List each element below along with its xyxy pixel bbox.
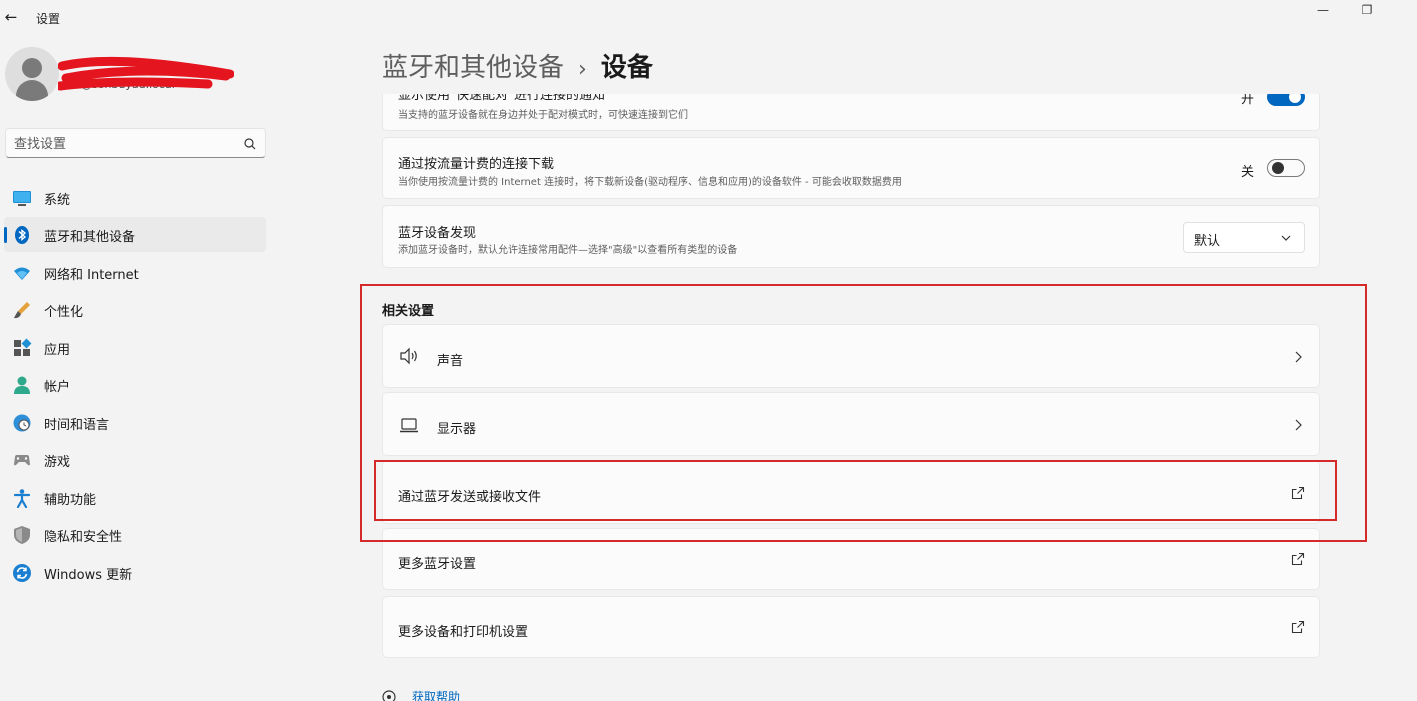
swift-pair-title: 显示使用"快速配对"进行连接的通知 <box>398 94 605 103</box>
shield-icon <box>14 526 30 544</box>
toggle-knob <box>1272 162 1284 174</box>
breadcrumb-separator: › <box>578 57 587 82</box>
sidebar-item-network[interactable]: 网络和 Internet <box>4 255 266 290</box>
related-item-label: 更多设备和打印机设置 <box>398 625 529 640</box>
app-title: 设置 <box>36 12 61 26</box>
metered-download-card: 通过按流量计费的连接下载 当你使用按流量计费的 Internet 连接时，将下载… <box>382 137 1320 199</box>
metered-toggle[interactable] <box>1267 159 1305 177</box>
swift-pair-desc: 当支持的蓝牙设备就在身边并处于配对模式时，可快速连接到它们 <box>398 110 688 121</box>
toggle-knob <box>1289 94 1301 103</box>
sidebar-item-label: 帐户 <box>44 380 71 395</box>
avatar-body-shape <box>16 80 48 101</box>
bluetooth-icon <box>15 226 29 244</box>
monitor-icon <box>13 191 31 206</box>
sidebar-item-label: 辅助功能 <box>44 493 97 508</box>
sidebar-item-label: 隐私和安全性 <box>44 530 123 545</box>
apps-icon <box>14 338 32 356</box>
sidebar-item-accounts[interactable]: 帐户 <box>4 367 266 402</box>
metered-title: 通过按流量计费的连接下载 <box>398 157 555 172</box>
gamepad-icon <box>14 455 30 466</box>
related-item-label: 更多蓝牙设置 <box>398 557 477 572</box>
sidebar-item-label: 个性化 <box>44 305 84 320</box>
sidebar-item-bluetooth[interactable]: 蓝牙和其他设备 <box>4 217 266 252</box>
account-icon <box>14 376 30 394</box>
sidebar-item-privacy[interactable]: 隐私和安全性 <box>4 517 266 552</box>
search-icon[interactable] <box>242 136 258 152</box>
back-button[interactable]: ← <box>0 4 22 30</box>
accessibility-icon <box>13 489 31 508</box>
avatar[interactable] <box>5 47 59 101</box>
metered-state: 关 <box>1241 165 1255 180</box>
breadcrumb-current: 设备 <box>600 53 653 83</box>
discovery-dropdown-value: 默认 <box>1194 234 1221 249</box>
sidebar-item-windows-update[interactable]: Windows 更新 <box>4 555 266 590</box>
sidebar-item-label: 网络和 Internet <box>44 268 139 283</box>
avatar-head-shape <box>22 58 42 78</box>
sidebar-item-time-language[interactable]: 时间和语言 <box>4 405 266 440</box>
sidebar-item-apps[interactable]: 应用 <box>4 330 266 365</box>
globe-clock-icon <box>13 414 31 432</box>
minimize-button[interactable]: — <box>1300 0 1346 22</box>
sidebar-item-label: 系统 <box>44 193 71 208</box>
page-title: 蓝牙和其他设备 › 设备 <box>382 47 653 84</box>
sidebar-item-personalization[interactable]: 个性化 <box>4 292 266 327</box>
annotation-box-file-transfer <box>374 460 1337 521</box>
chevron-down-icon <box>1281 235 1291 241</box>
sidebar-item-system[interactable]: 系统 <box>4 180 266 215</box>
discovery-card: 蓝牙设备发现 添加蓝牙设备时，默认允许连接常用配件—选择"高级"以查看所有类型的… <box>382 205 1320 268</box>
related-item-devices-printers[interactable]: 更多设备和打印机设置 <box>382 596 1320 658</box>
sidebar-item-label: Windows 更新 <box>44 568 133 583</box>
redaction-scribble <box>58 56 234 91</box>
brush-icon <box>14 302 30 319</box>
get-help-link[interactable]: 获取帮助 <box>412 688 460 701</box>
sidebar-item-label: 游戏 <box>44 455 71 470</box>
help-icon <box>382 690 396 701</box>
sidebar-item-accessibility[interactable]: 辅助功能 <box>4 480 266 515</box>
discovery-desc: 添加蓝牙设备时，默认允许连接常用配件—选择"高级"以查看所有类型的设备 <box>398 245 738 256</box>
metered-desc: 当你使用按流量计费的 Internet 连接时，将下载新设备(驱动程序、信息和应… <box>398 177 902 188</box>
sidebar-item-label: 时间和语言 <box>44 418 110 433</box>
wifi-icon <box>14 267 30 280</box>
sidebar-item-label: 应用 <box>44 343 71 358</box>
sidebar-item-label: 蓝牙和其他设备 <box>44 230 136 245</box>
discovery-title: 蓝牙设备发现 <box>398 226 477 241</box>
swift-pair-card: 显示使用"快速配对"进行连接的通知 当支持的蓝牙设备就在身边并处于配对模式时，可… <box>382 94 1320 131</box>
active-indicator <box>4 227 7 243</box>
swift-pair-toggle[interactable] <box>1267 94 1305 106</box>
external-link-icon <box>1291 620 1305 634</box>
sidebar-item-gaming[interactable]: 游戏 <box>4 442 266 477</box>
search-box[interactable] <box>5 128 266 158</box>
update-icon <box>13 564 31 582</box>
breadcrumb-parent[interactable]: 蓝牙和其他设备 <box>382 53 564 83</box>
title-bar: ← 设置 — ❐ <box>0 0 1417 36</box>
external-link-icon <box>1291 552 1305 566</box>
maximize-button[interactable]: ❐ <box>1344 0 1390 22</box>
discovery-dropdown[interactable]: 默认 <box>1183 222 1305 253</box>
search-input[interactable] <box>14 135 234 153</box>
swift-pair-state: 开 <box>1241 94 1255 107</box>
